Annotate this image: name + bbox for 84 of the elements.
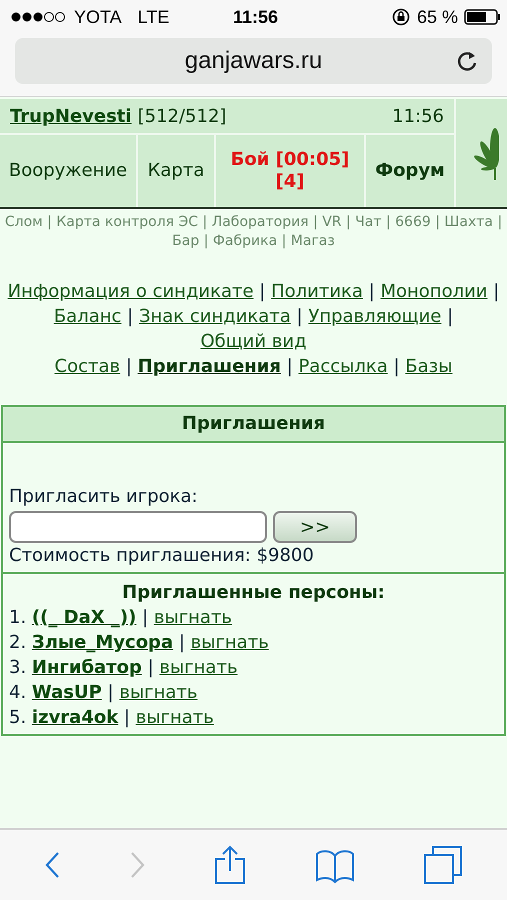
invite-label: Пригласить игрока: [9,486,199,507]
list-number: 4. [9,682,26,703]
nav-link[interactable]: Рассылка [298,356,388,377]
quick-link[interactable]: 6669 [395,214,431,230]
tabs-icon[interactable] [422,845,463,885]
quick-link[interactable]: Слом [4,214,43,230]
nav-link[interactable]: Баланс [54,306,122,327]
member-link[interactable]: WasUP [32,682,102,703]
list-number: 3. [9,657,26,678]
health-text: [512/512] [138,106,228,126]
url-text: ganjawars.ru [184,47,322,75]
quick-link[interactable]: VR [322,214,342,230]
nav-link[interactable]: Базы [405,356,452,377]
nav-link[interactable]: Знак синдиката [138,306,291,327]
separator: | [124,707,130,728]
address-bar[interactable]: ganjawars.ru [15,38,492,84]
menu-link[interactable]: Форум [375,160,445,182]
rotation-lock-icon [390,7,411,27]
separator: | [493,281,500,302]
member-link[interactable]: Ингибатор [32,657,142,678]
separator: | [497,214,502,230]
separator: | [142,607,148,628]
kick-link[interactable]: выгнать [119,682,198,703]
separator: | [202,214,208,230]
nav-link[interactable]: Информация о синдикате [8,281,254,302]
quick-link[interactable]: Фабрика [212,233,278,249]
player-link[interactable]: TrupNevesti [10,106,132,126]
separator: | [47,214,52,230]
nav-link[interactable]: Монополии [380,281,488,302]
nav-link[interactable]: Управляющие [308,306,442,327]
menu-link[interactable]: Бой [00:05] [4] [216,149,364,193]
battery-percent: 65 % [416,6,458,28]
separator: | [368,281,375,302]
clock: 11:56 [232,6,278,28]
invite-cost: Стоимость приглашения: $9800 [9,545,315,566]
separator: | [346,214,351,230]
nav-link[interactable]: Приглашения [138,356,281,377]
battery-icon [464,9,502,25]
reload-icon[interactable] [456,50,478,72]
separator: | [148,657,154,678]
member-link[interactable]: Злые_Мусора [32,632,174,653]
list-number: 1. [9,607,26,628]
quick-link[interactable]: Лаборатория [212,214,309,230]
separator: | [259,281,266,302]
separator: | [282,233,286,249]
member-link[interactable]: ((_ DaX _)) [32,607,136,628]
quick-link[interactable]: Карта контроля ЭС [56,214,198,230]
separator: | [108,682,114,703]
back-icon[interactable] [44,850,62,880]
carrier-name: YOTA [74,6,122,28]
separator: | [435,214,440,230]
nav-link[interactable]: Политика [271,281,363,302]
header-time: 11:56 [392,106,444,126]
separator: | [127,306,134,327]
list-title: Приглашенные персоны: [121,581,386,605]
quick-link[interactable]: Магаз [290,233,335,249]
kick-link[interactable]: выгнать [190,632,269,653]
member-link[interactable]: izvra4ok [32,707,118,728]
player-input-field[interactable] [9,511,267,543]
separator: | [296,306,303,327]
kick-link[interactable]: выгнать [154,607,232,628]
network-type: LTE [138,6,170,28]
separator: | [126,356,132,377]
nav-link[interactable]: Общий вид [200,331,307,352]
quick-link[interactable]: Бар [172,233,200,249]
separator: | [386,214,391,230]
separator: | [447,306,454,327]
panel-title: Приглашения [3,407,504,443]
separator: | [204,233,208,249]
menu-link[interactable]: Карта [148,160,204,182]
share-icon[interactable] [214,845,246,885]
separator: | [286,356,293,377]
quick-link[interactable]: Чат [355,214,382,230]
nav-link[interactable]: Состав [54,356,120,377]
quick-link[interactable]: Шахта [444,214,493,230]
separator: | [393,356,400,377]
menu-link[interactable]: Вооружение [8,160,128,182]
list-number: 5. [9,707,26,728]
separator: | [178,632,185,653]
separator: | [313,214,318,230]
kick-link[interactable]: выгнать [136,707,214,728]
list-number: 2. [9,632,26,653]
kick-link[interactable]: выгнать [159,657,238,678]
submit-button[interactable]: >> [273,511,357,543]
